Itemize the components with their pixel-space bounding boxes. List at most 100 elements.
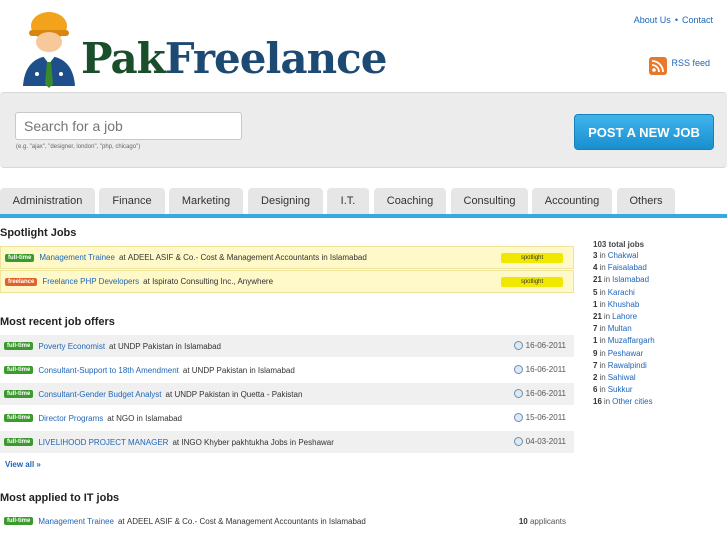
job-company: UNDP Pakistan bbox=[117, 341, 174, 351]
job-date: 16-06-2011 bbox=[513, 341, 566, 350]
job-type-badge: full-time bbox=[4, 414, 34, 422]
city-in: in bbox=[599, 372, 606, 382]
job-row[interactable]: full-time Director Programs at NGO in Is… bbox=[0, 407, 574, 430]
job-date-text: 16-06-2011 bbox=[525, 365, 566, 374]
spotlight-row[interactable]: freelance Freelance PHP Developers at Is… bbox=[0, 270, 574, 293]
city-in: in bbox=[599, 348, 606, 358]
calendar-icon bbox=[513, 365, 523, 374]
total-jobs: 103 total jobs bbox=[593, 240, 645, 249]
city-link[interactable]: Sahiwal bbox=[608, 373, 636, 382]
site-logo[interactable]: PakFreelance bbox=[17, 8, 387, 90]
job-type-badge: full-time bbox=[4, 517, 34, 525]
city-count: 16 bbox=[593, 397, 602, 407]
most-applied-title: Most applied to IT jobs bbox=[0, 492, 120, 504]
job-company: Ispirato Consulting Inc., Anywhere bbox=[152, 277, 274, 286]
city-link[interactable]: Peshawar bbox=[608, 349, 644, 358]
tab-others[interactable]: Others bbox=[617, 188, 675, 214]
city-count: 2 bbox=[593, 372, 598, 382]
city-row: 3 in Chakwal bbox=[593, 250, 713, 262]
job-location: Peshawar bbox=[298, 437, 334, 447]
rss-feed-link[interactable]: RSS feed bbox=[649, 57, 710, 75]
job-date-text: 16-06-2011 bbox=[525, 389, 566, 398]
spotlight-title: Spotlight Jobs bbox=[0, 227, 77, 239]
city-row: 21 in Lahore bbox=[593, 311, 713, 323]
about-us-link[interactable]: About Us bbox=[634, 15, 671, 25]
city-link[interactable]: Khushab bbox=[608, 300, 640, 309]
contact-link[interactable]: Contact bbox=[682, 15, 713, 25]
job-title-link[interactable]: Management Trainee bbox=[39, 253, 115, 262]
job-row[interactable]: full-time LIVELIHOOD PROJECT MANAGER at … bbox=[0, 431, 574, 454]
view-all-link[interactable]: View all » bbox=[5, 460, 41, 469]
calendar-icon bbox=[513, 437, 523, 446]
recent-title: Most recent job offers bbox=[0, 316, 115, 328]
job-company: ADEEL ASIF & Co.- Cost & Management Acco… bbox=[127, 253, 320, 262]
city-link[interactable]: Other cities bbox=[612, 397, 652, 406]
jobs-by-city: 103 total jobs 3 in Chakwal 4 in Faisalabad … bbox=[593, 239, 713, 408]
tab-designing[interactable]: Designing bbox=[248, 188, 323, 214]
tab-accounting[interactable]: Accounting bbox=[532, 188, 612, 214]
job-date-text: 15-06-2011 bbox=[525, 413, 566, 422]
city-link[interactable]: Lahore bbox=[612, 312, 637, 321]
job-row[interactable]: full-time Management Trainee at ADEEL AS… bbox=[0, 510, 574, 533]
job-title-link[interactable]: Consultant-Gender Budget Analyst bbox=[38, 390, 161, 399]
city-row: 5 in Karachi bbox=[593, 287, 713, 299]
applicant-number: 10 bbox=[518, 517, 528, 526]
job-type-badge: freelance bbox=[5, 277, 38, 286]
city-count: 7 bbox=[593, 360, 598, 370]
calendar-icon bbox=[513, 413, 523, 422]
job-in: in bbox=[289, 437, 297, 447]
mascot-icon bbox=[23, 12, 75, 88]
city-row: 9 in Peshawar bbox=[593, 348, 713, 360]
tab-finance[interactable]: Finance bbox=[99, 188, 165, 214]
city-in: in bbox=[599, 336, 606, 346]
city-link[interactable]: Rawalpindi bbox=[608, 361, 647, 370]
spotlight-tag: spotlight bbox=[501, 277, 563, 287]
city-link[interactable]: Islamabad bbox=[612, 275, 649, 284]
search-band: (e.g. "ajax", "designer, london", "php, … bbox=[0, 92, 727, 168]
job-in: in bbox=[320, 516, 327, 526]
job-type-badge: full-time bbox=[4, 438, 34, 446]
job-location: Islamabad bbox=[328, 516, 366, 526]
tab-marketing[interactable]: Marketing bbox=[169, 188, 243, 214]
city-row: 2 in Sahiwal bbox=[593, 372, 713, 384]
job-type-badge: full-time bbox=[5, 253, 35, 262]
job-title-link[interactable]: LIVELIHOOD PROJECT MANAGER bbox=[38, 438, 168, 447]
job-title-link[interactable]: Freelance PHP Developers bbox=[42, 277, 139, 286]
tab-it[interactable]: I.T. bbox=[327, 188, 369, 214]
tab-administration[interactable]: Administration bbox=[0, 188, 95, 214]
city-link[interactable]: Faisalabad bbox=[608, 263, 647, 272]
job-in: in bbox=[232, 389, 239, 399]
job-row[interactable]: full-time Consultant-Support to 18th Ame… bbox=[0, 359, 574, 382]
job-company: UNDP Pakistan bbox=[174, 389, 230, 399]
city-row: 7 in Rawalpindi bbox=[593, 360, 713, 372]
logo-part-freelance: Freelance bbox=[164, 34, 388, 83]
logo-part-pak: Pak bbox=[81, 34, 166, 83]
spotlight-row[interactable]: full-time Management Trainee at ADEEL AS… bbox=[0, 246, 574, 269]
city-link[interactable]: Multan bbox=[608, 324, 632, 333]
applicant-label: applicants bbox=[529, 517, 566, 526]
city-link[interactable]: Chakwal bbox=[608, 251, 639, 260]
city-link[interactable]: Sukkur bbox=[608, 385, 633, 394]
job-title-link[interactable]: Director Programs bbox=[38, 414, 103, 423]
tab-consulting[interactable]: Consulting bbox=[451, 188, 528, 214]
post-job-button[interactable]: POST A NEW JOB bbox=[574, 114, 714, 150]
city-row: 4 in Faisalabad bbox=[593, 262, 713, 274]
city-row: 1 in Muzaffargarh bbox=[593, 335, 713, 347]
city-count: 21 bbox=[593, 311, 602, 321]
city-in: in bbox=[599, 287, 606, 297]
job-date: 15-06-2011 bbox=[513, 413, 566, 422]
city-row: 6 in Sukkur bbox=[593, 384, 713, 396]
city-link[interactable]: Karachi bbox=[608, 288, 635, 297]
job-title-link[interactable]: Poverty Economist bbox=[38, 342, 105, 351]
job-type-badge: full-time bbox=[4, 390, 34, 398]
job-date: 04-03-2011 bbox=[513, 437, 566, 446]
tab-coaching[interactable]: Coaching bbox=[374, 188, 446, 214]
city-link[interactable]: Muzaffargarh bbox=[608, 336, 655, 345]
city-row: 21 in Islamabad bbox=[593, 274, 713, 286]
job-row[interactable]: full-time Consultant-Gender Budget Analy… bbox=[0, 383, 574, 406]
search-input[interactable] bbox=[15, 112, 242, 140]
job-title-link[interactable]: Consultant-Support to 18th Amendment bbox=[38, 366, 179, 375]
job-row[interactable]: full-time Poverty Economist at UNDP Paki… bbox=[0, 335, 574, 358]
job-company: INGO Khyber pakhtukha Jobs bbox=[181, 437, 288, 447]
job-title-link[interactable]: Management Trainee bbox=[38, 517, 114, 526]
